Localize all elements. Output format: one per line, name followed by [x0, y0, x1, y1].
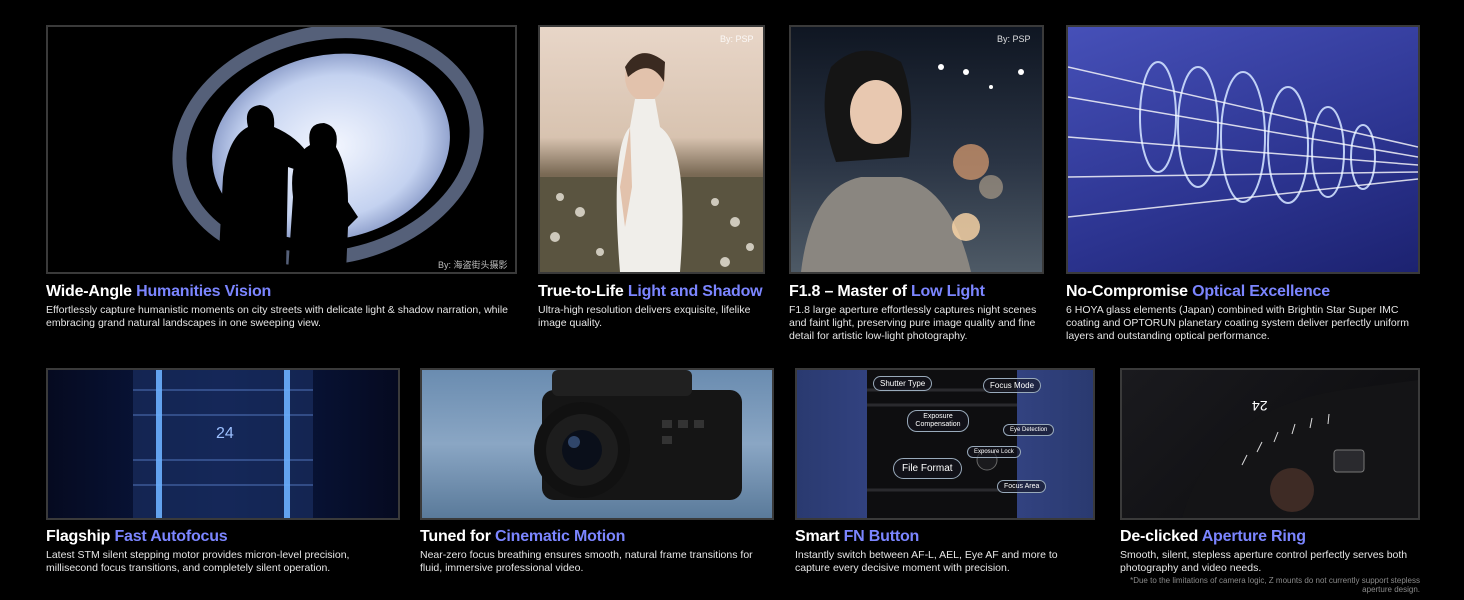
- feature-title-cinematic: Tuned for Cinematic Motion: [420, 528, 626, 545]
- feature-desc-cinematic: Near-zero focus breathing ensures smooth…: [420, 549, 753, 574]
- image-cinema-camera: [420, 368, 774, 520]
- photo-credit: By: 海盗街头摄影: [438, 260, 508, 270]
- fn-label-focus-mode: Focus Mode: [983, 378, 1042, 393]
- lens-focal-mark: 24: [216, 425, 234, 442]
- feature-desc-fn-button: Instantly switch between AF-L, AEL, Eye …: [795, 549, 1058, 574]
- fn-label-focus-area: Focus Area: [997, 480, 1047, 493]
- image-fn-button-lens: Shutter Type Focus Mode Exposure Compens…: [795, 368, 1095, 520]
- feature-title-optical: No-Compromise Optical Excellence: [1066, 283, 1330, 300]
- feature-desc-f18: F1.8 large aperture effortlessly capture…: [789, 304, 1037, 342]
- feature-desc-wide-angle: Effortlessly capture humanistic moments …: [46, 304, 509, 329]
- fn-label-eye-detection: Eye Detection: [1003, 424, 1055, 436]
- feature-title-true-to-life: True-to-Life Light and Shadow: [538, 283, 763, 300]
- lens-focal-mark: 24: [1252, 398, 1268, 414]
- photo-woman-night-street: [789, 25, 1044, 274]
- feature-desc-aperture: Smooth, silent, stepless aperture contro…: [1120, 549, 1408, 574]
- feature-title-autofocus: Flagship Fast Autofocus: [46, 528, 228, 545]
- feature-desc-true-to-life: Ultra-high resolution delivers exquisite…: [538, 304, 751, 329]
- fn-label-shutter-type: Shutter Type: [873, 376, 933, 391]
- fn-label-exposure-comp: Exposure Compensation: [907, 410, 969, 432]
- photo-credit: By: PSP: [997, 34, 1031, 44]
- image-aperture-ring: 24: [1120, 368, 1420, 520]
- feature-title-f18: F1.8 – Master of Low Light: [789, 283, 985, 300]
- image-optical-elements: [1066, 25, 1420, 274]
- photo-silhouette-couple: [46, 25, 517, 274]
- feature-desc-optical: 6 HOYA glass elements (Japan) combined w…: [1066, 304, 1409, 342]
- fn-label-exposure-lock: Exposure Lock: [967, 446, 1021, 458]
- feature-desc-autofocus: Latest STM silent stepping motor provide…: [46, 549, 350, 574]
- photo-credit: By: PSP: [720, 34, 754, 44]
- feature-title-aperture: De-clicked Aperture Ring: [1120, 528, 1306, 545]
- footnote: *Due to the limitations of camera logic,…: [1130, 576, 1420, 594]
- feature-title-wide-angle: Wide-Angle Humanities Vision: [46, 283, 272, 300]
- feature-title-fn-button: Smart FN Button: [795, 528, 920, 545]
- fn-label-file-format: File Format: [893, 458, 962, 479]
- image-lens-autofocus: 24: [46, 368, 400, 520]
- photo-woman-field: [538, 25, 765, 274]
